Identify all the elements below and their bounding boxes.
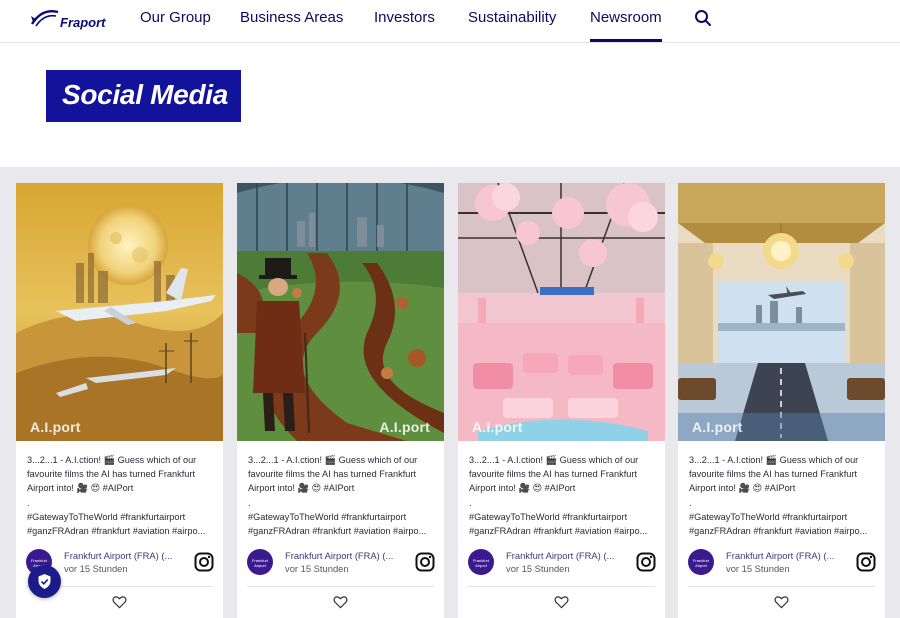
caption-line: . [689,497,692,508]
avatar[interactable]: Frankfurt Airport [468,549,494,575]
caption-line: #ganzFRAdran #frankfurt #aviation #airpo… [248,526,427,537]
site-header: Fraport Our Group Business Areas Investo… [0,0,900,43]
author-name[interactable]: Frankfurt Airport (FRA) (... [285,550,393,561]
post-image[interactable]: A.I.port [237,183,444,441]
post-watermark: A.I.port [379,419,430,435]
heart-icon[interactable] [554,595,569,609]
card-divider [468,586,655,587]
section-title: Social Media [62,79,229,110]
caption-line: #ganzFRAdran #frankfurt #aviation #airpo… [469,526,648,537]
author-name[interactable]: Frankfurt Airport (FRA) (... [726,550,834,561]
card-divider [688,586,875,587]
post-caption: 3...2...1 - A.I.ction! 🎬 Guess which of … [248,453,438,538]
heart-icon[interactable] [774,595,789,609]
post-watermark: A.I.port [472,419,523,435]
card-divider [247,586,434,587]
caption-line: 3...2...1 - A.I.ction! 🎬 Guess which of … [469,455,639,465]
social-post-card[interactable]: A.I.port 3...2...1 - A.I.ction! 🎬 Guess … [458,183,665,618]
caption-line: Airport into! 🎥 😍 #AIPort [27,483,134,494]
caption-line: #ganzFRAdran #frankfurt #aviation #airpo… [27,526,206,537]
caption-line: . [469,497,472,508]
privacy-settings-button[interactable] [28,565,61,598]
post-caption: 3...2...1 - A.I.ction! 🎬 Guess which of … [27,453,217,538]
social-post-card[interactable]: A.I.port 3...2...1 - A.I.ction! 🎬 Guess … [16,183,223,618]
nav-sustainability[interactable]: Sustainability [468,9,556,26]
caption-line: 3...2...1 - A.I.ction! 🎬 Guess which of … [27,455,197,465]
post-time: vor 15 Stunden [506,563,570,574]
post-image[interactable]: A.I.port [678,183,885,441]
caption-line: favourite films the AI has turned Frankf… [27,469,196,480]
caption-line: 3...2...1 - A.I.ction! 🎬 Guess which of … [689,455,859,465]
post-time: vor 15 Stunden [285,563,349,574]
post-author: Frankfurt Airport Frankfurt Airport (FRA… [468,548,658,578]
nav-investors[interactable]: Investors [374,9,435,26]
social-feed: A.I.port 3...2...1 - A.I.ction! 🎬 Guess … [0,167,900,618]
section-title-box: Social Media [46,70,241,122]
fraport-logo[interactable]: Fraport [28,2,108,38]
caption-line: favourite films the AI has turned Frankf… [469,469,638,480]
post-author: Frankfurt Airport Frankfurt Airport (FRA… [688,548,878,578]
post-watermark: A.I.port [692,419,743,435]
instagram-icon[interactable] [194,552,214,572]
logo-text: Fraport [60,15,106,30]
fraport-logo-mark [30,10,59,27]
instagram-icon[interactable] [856,552,876,572]
post-author: Frankfurt Airport Frankfurt Airport (FRA… [247,548,437,578]
caption-line: #GatewayToTheWorld #frankfurtairport [469,511,628,522]
post-time: vor 15 Stunden [64,563,128,574]
caption-line: #GatewayToTheWorld #frankfurtairport [689,511,848,522]
caption-line: Airport into! 🎥 😍 #AIPort [689,483,796,494]
caption-line: favourite films the AI has turned Frankf… [248,469,417,480]
nav-business-areas[interactable]: Business Areas [240,9,343,26]
caption-line: Airport into! 🎥 😍 #AIPort [469,483,576,494]
social-post-card[interactable]: A.I.port 3...2...1 - A.I.ction! 🎬 Guess … [237,183,444,618]
shield-check-icon [38,574,51,589]
author-name[interactable]: Frankfurt Airport (FRA) (... [506,550,614,561]
instagram-icon[interactable] [415,552,435,572]
post-watermark: A.I.port [30,419,81,435]
nav-our-group[interactable]: Our Group [140,9,211,26]
nav-newsroom[interactable]: Newsroom [590,9,662,42]
caption-line: favourite films the AI has turned Frankf… [689,469,858,480]
caption-line: #GatewayToTheWorld #frankfurtairport [27,511,186,522]
post-image-pink-terminal [458,183,665,441]
heart-icon[interactable] [112,595,127,609]
instagram-icon[interactable] [636,552,656,572]
avatar[interactable]: Frankfurt Airport [688,549,714,575]
search-icon[interactable] [694,9,712,27]
post-image[interactable]: A.I.port [458,183,665,441]
caption-line: . [248,497,251,508]
post-image-chocolate-terminal [237,183,444,441]
caption-line: Airport into! 🎥 😍 #AIPort [248,483,355,494]
post-time: vor 15 Stunden [726,563,790,574]
heart-icon[interactable] [333,595,348,609]
caption-line: 3...2...1 - A.I.ction! 🎬 Guess which of … [248,455,418,465]
post-image[interactable]: A.I.port [16,183,223,441]
post-image-desert-moon [16,183,223,441]
post-caption: 3...2...1 - A.I.ction! 🎬 Guess which of … [689,453,879,538]
social-post-card[interactable]: A.I.port 3...2...1 - A.I.ction! 🎬 Guess … [678,183,885,618]
caption-line: . [27,497,30,508]
caption-line: #GatewayToTheWorld #frankfurtairport [248,511,407,522]
post-caption: 3...2...1 - A.I.ction! 🎬 Guess which of … [469,453,659,538]
avatar[interactable]: Frankfurt Airport [247,549,273,575]
caption-line: #ganzFRAdran #frankfurt #aviation #airpo… [689,526,868,537]
author-name[interactable]: Frankfurt Airport (FRA) (... [64,550,172,561]
post-image-grand-lounge [678,183,885,441]
